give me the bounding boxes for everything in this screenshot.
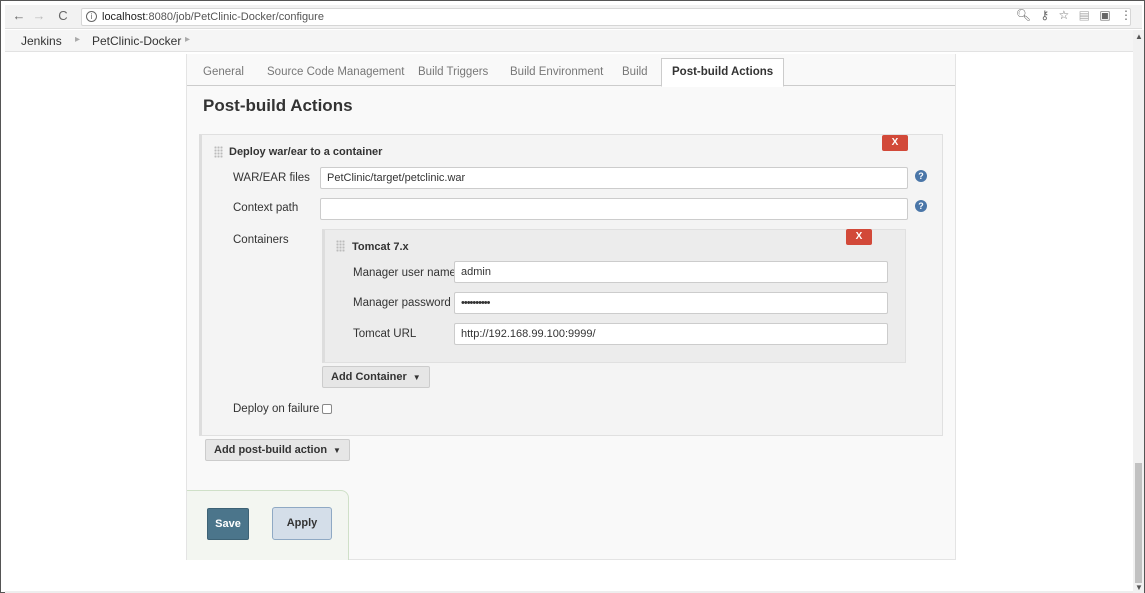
forward-icon[interactable]: → <box>31 8 47 24</box>
scroll-up-icon[interactable]: ▲ <box>1135 32 1143 41</box>
add-container-button[interactable]: Add Container ▼ <box>322 366 430 388</box>
remove-deploy-button[interactable]: X <box>882 135 908 151</box>
caret-down-icon: ▼ <box>333 446 341 455</box>
context-path-input[interactable] <box>320 198 908 220</box>
browser-window: ← → C i localhost:8080/job/PetClinic-Doc… <box>0 0 1145 593</box>
manager-user-label: Manager user name <box>353 267 456 279</box>
save-button[interactable]: Save <box>207 508 249 540</box>
url-host: localhost <box>102 11 146 23</box>
deploy-container-block: Deploy war/ear to a container X WAR/EAR … <box>199 134 943 436</box>
tab-post-build-actions[interactable]: Post-build Actions <box>661 58 785 87</box>
add-post-build-label: Add post-build action <box>214 444 328 456</box>
add-post-build-action-button[interactable]: Add post-build action ▼ <box>205 439 350 461</box>
url-path: :8080/job/PetClinic-Docker/configure <box>145 11 324 23</box>
manager-password-input[interactable]: •••••••••• <box>454 292 888 314</box>
breadcrumb-jenkins[interactable]: Jenkins <box>21 34 62 48</box>
tomcat-url-label: Tomcat URL <box>353 328 417 340</box>
tomcat-container-block: Tomcat 7.x X Manager user name admin Man… <box>322 229 906 363</box>
browser-toolbar: ← → C i localhost:8080/job/PetClinic-Doc… <box>5 5 1142 29</box>
star-icon[interactable]: ☆ <box>1059 8 1070 22</box>
tab-source-code-management[interactable]: Source Code Management <box>267 66 404 78</box>
address-bar[interactable]: i localhost:8080/job/PetClinic-Docker/co… <box>81 8 1131 26</box>
tomcat-title: Tomcat 7.x <box>352 241 409 253</box>
tab-general[interactable]: General <box>203 66 244 78</box>
context-path-label: Context path <box>233 202 299 214</box>
tab-build-triggers[interactable]: Build Triggers <box>418 66 488 78</box>
menu-icon[interactable]: ⋮ <box>1120 8 1132 22</box>
containers-label: Containers <box>233 234 289 246</box>
deploy-block-title: Deploy war/ear to a container <box>229 146 383 158</box>
url-text: localhost:8080/job/PetClinic-Docker/conf… <box>102 11 324 23</box>
pdf-icon[interactable]: ▤ <box>1079 8 1090 22</box>
config-panel: General Source Code Management Build Tri… <box>186 54 956 560</box>
breadcrumb-separator-icon: ▸ <box>75 34 81 45</box>
info-icon[interactable]: i <box>86 11 97 22</box>
caret-down-icon: ▼ <box>412 373 421 382</box>
back-icon[interactable]: ← <box>11 8 27 24</box>
scroll-thumb[interactable] <box>1135 463 1142 583</box>
scroll-down-icon[interactable]: ▼ <box>1135 583 1143 592</box>
page-scrollbar[interactable]: ▲ ▼ <box>1133 30 1144 593</box>
add-container-label: Add Container <box>331 371 407 383</box>
reload-icon[interactable]: C <box>55 8 71 24</box>
extension-icon[interactable]: ▣ <box>1099 8 1110 22</box>
browser-actions: 🔍︎ ⚷ ☆ ▤ ▣ ⋮ <box>1010 8 1132 22</box>
deploy-on-failure-checkbox[interactable] <box>322 404 332 414</box>
drag-handle-icon[interactable] <box>214 146 223 158</box>
drag-handle-icon[interactable] <box>336 240 345 252</box>
section-title: Post-build Actions <box>203 96 353 115</box>
tab-build[interactable]: Build <box>622 66 648 78</box>
breadcrumb-separator-icon[interactable]: ▸ <box>185 34 190 45</box>
config-tabs: General Source Code Management Build Tri… <box>187 58 955 87</box>
help-icon[interactable]: ? <box>915 170 927 182</box>
breadcrumb-job[interactable]: PetClinic-Docker <box>92 34 181 48</box>
key-icon[interactable]: ⚷ <box>1040 8 1049 22</box>
remove-container-button[interactable]: X <box>846 229 872 245</box>
manager-user-input[interactable]: admin <box>454 261 888 283</box>
help-icon[interactable]: ? <box>915 200 927 212</box>
war-files-input[interactable]: PetClinic/target/petclinic.war <box>320 167 908 189</box>
apply-button[interactable]: Apply <box>272 507 332 540</box>
zoom-icon[interactable]: 🔍︎ <box>1016 8 1031 22</box>
tomcat-url-input[interactable]: http://192.168.99.100:9999/ <box>454 323 888 345</box>
manager-password-label: Manager password <box>353 297 451 309</box>
breadcrumb: Jenkins ▸ PetClinic-Docker ▸ <box>5 30 1133 52</box>
deploy-on-failure-label: Deploy on failure <box>233 403 320 415</box>
war-files-label: WAR/EAR files <box>233 172 310 184</box>
tab-build-environment[interactable]: Build Environment <box>510 66 603 78</box>
